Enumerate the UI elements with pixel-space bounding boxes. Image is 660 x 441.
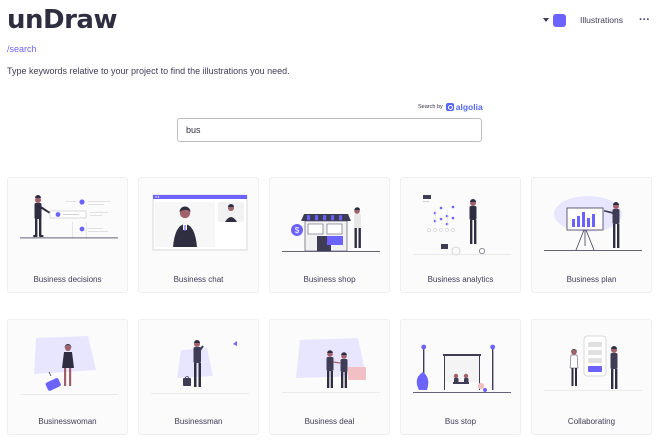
card-business-plan[interactable]: Business plan	[531, 177, 652, 293]
card-businesswoman[interactable]: Businesswoman	[7, 319, 128, 435]
card-title: Businesswoman	[38, 417, 97, 426]
search-by-label: Search by	[418, 104, 443, 110]
algolia-wordmark: algolia	[455, 102, 483, 112]
collaborating-illustration	[544, 335, 642, 391]
intro-text: Type keywords relative to your project t…	[7, 66, 290, 76]
card-business-decisions[interactable]: Business decisions	[7, 177, 128, 293]
card-bus-stop[interactable]: Bus stop	[400, 319, 521, 435]
algolia-logo-icon	[445, 103, 454, 111]
businesswoman-illustration	[20, 336, 118, 395]
card-businessman[interactable]: Businessman	[138, 319, 259, 435]
business-plan-illustration	[544, 196, 642, 251]
card-title: Business chat	[173, 275, 224, 284]
color-picker-swatch[interactable]	[553, 13, 566, 27]
card-business-chat[interactable]: Business chat	[138, 177, 259, 293]
card-title: Business decisions	[33, 275, 102, 284]
nav-illustrations-link[interactable]: Illustrations	[580, 15, 623, 25]
site-logo[interactable]: unDraw	[7, 5, 118, 35]
card-business-deal[interactable]: Business deal	[269, 319, 390, 435]
svg-text:$: $	[295, 226, 300, 235]
more-horizontal-icon[interactable]: ···	[639, 15, 650, 26]
route-label: /search	[7, 44, 37, 54]
card-title: Business shop	[303, 275, 356, 284]
results-grid: Business decisions Business chat $ Busin…	[7, 177, 657, 441]
card-title: Bus stop	[444, 417, 477, 426]
card-collaborating[interactable]: Collaborating	[531, 319, 652, 435]
business-analytics-illustration	[413, 195, 511, 256]
business-chat-illustration	[152, 194, 248, 251]
search-by-algolia[interactable]: Search by algolia	[418, 102, 483, 112]
card-title: Businessman	[174, 417, 223, 426]
card-title: Business analytics	[427, 275, 494, 284]
businessman-illustration	[151, 340, 249, 394]
bus-stop-illustration	[413, 344, 511, 393]
card-business-analytics[interactable]: Business analytics	[400, 177, 521, 293]
card-title: Business plan	[566, 275, 617, 284]
card-title: Business deal	[304, 417, 355, 426]
card-title: Collaborating	[567, 417, 616, 426]
top-bar: Illustrations ···	[543, 12, 650, 28]
caret-down-icon[interactable]	[543, 18, 549, 22]
card-business-shop[interactable]: $ Business shop	[269, 177, 390, 293]
search-input[interactable]	[177, 118, 482, 142]
business-shop-illustration: $	[282, 207, 380, 252]
business-deal-illustration	[282, 338, 380, 393]
business-decisions-illustration	[20, 195, 118, 239]
